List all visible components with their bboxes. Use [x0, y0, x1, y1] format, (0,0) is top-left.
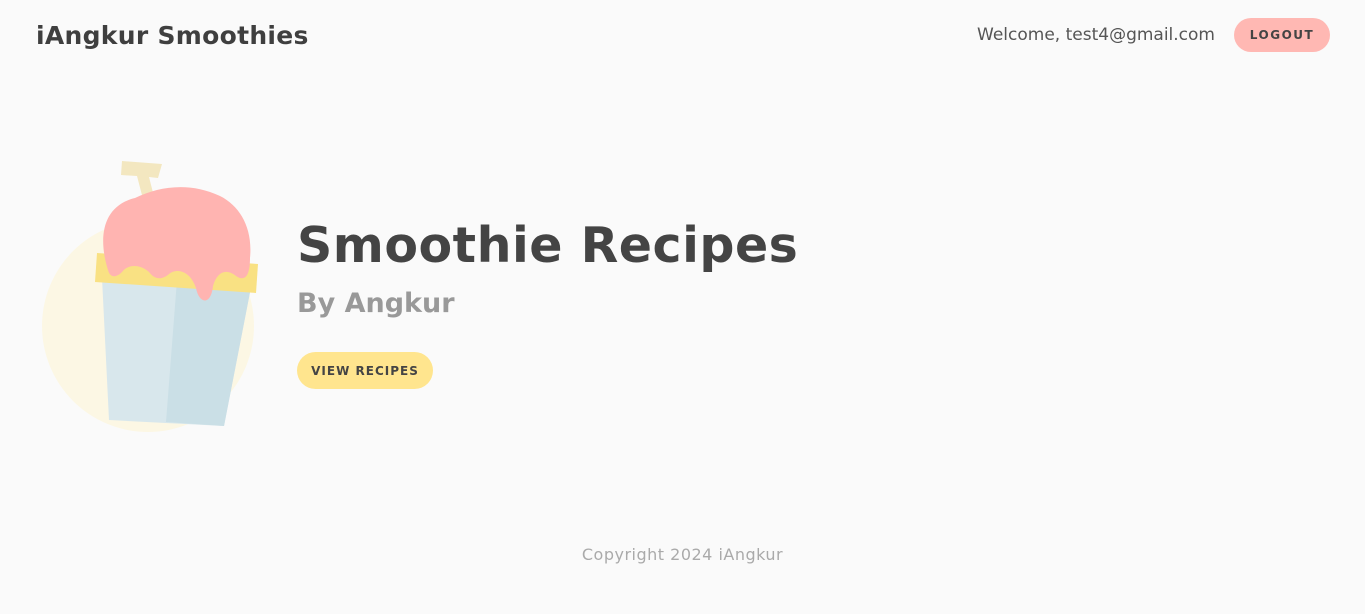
- footer-copyright: Copyright 2024 iAngkur: [581, 545, 784, 564]
- hero-title: Smoothie Recipes: [297, 217, 799, 274]
- view-recipes-button[interactable]: VIEW RECIPES: [297, 352, 433, 389]
- hero-subtitle: By Angkur: [297, 288, 455, 319]
- welcome-message: Welcome, test4@gmail.com: [977, 25, 1215, 45]
- smoothie-cup-icon: [42, 161, 258, 432]
- logout-button[interactable]: LOGOUT: [1234, 18, 1330, 52]
- nav-right: Welcome, test4@gmail.com LOGOUT: [977, 18, 1330, 52]
- hero-text: Smoothie Recipes By Angkur VIEW RECIPES: [297, 212, 798, 389]
- page: iAngkur Smoothies Welcome, test4@gmail.c…: [0, 0, 1365, 614]
- brand-title[interactable]: iAngkur Smoothies: [36, 21, 309, 50]
